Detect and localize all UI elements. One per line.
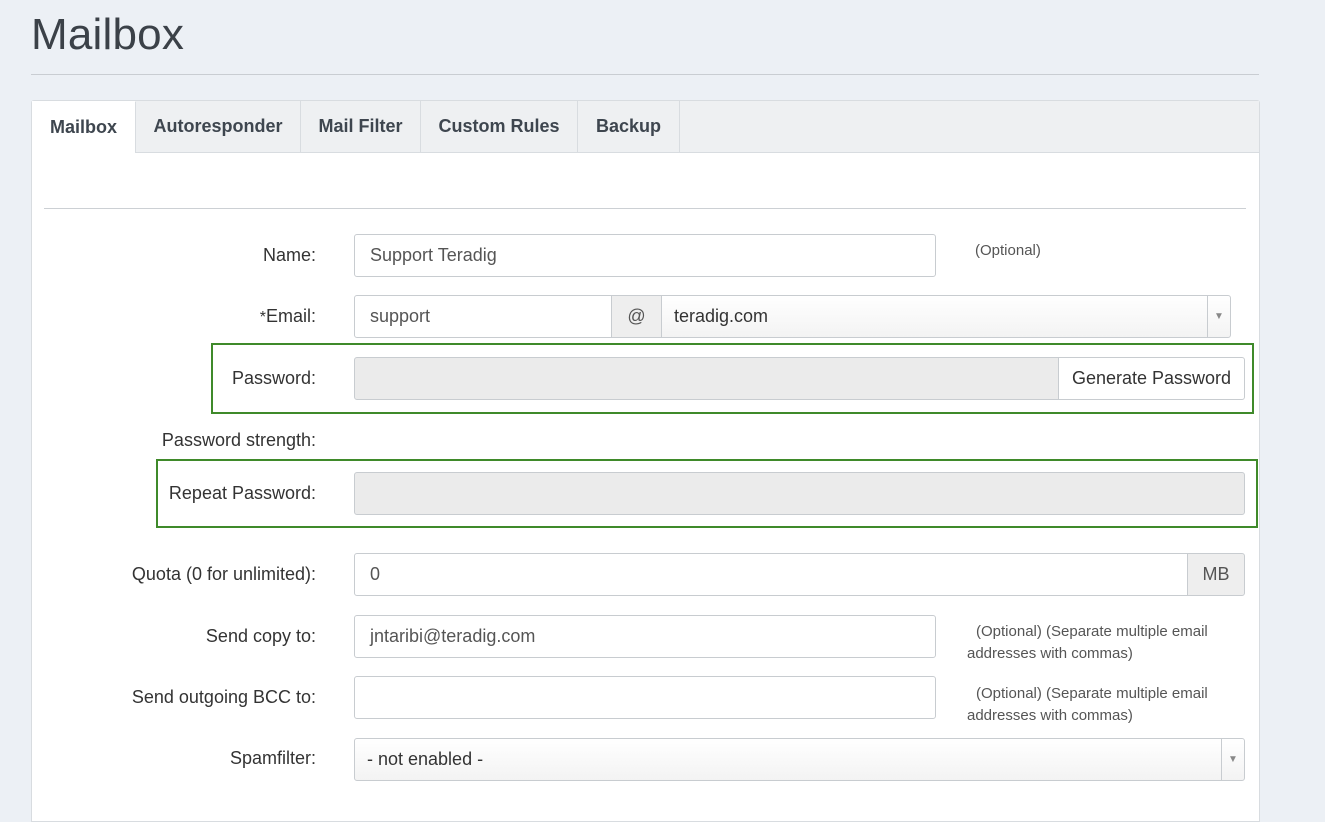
quota-label: Quota (0 for unlimited):: [131, 564, 316, 584]
tab-custom-rules[interactable]: Custom Rules: [421, 101, 578, 152]
send-copy-label: Send copy to:: [205, 626, 316, 646]
email-domain-select[interactable]: teradig.com ▼: [661, 295, 1231, 338]
name-hint: (Optional): [975, 242, 1041, 259]
tab-mail-filter[interactable]: Mail Filter: [301, 101, 421, 152]
password-input[interactable]: [354, 357, 1060, 400]
spamfilter-value: - not enabled -: [367, 749, 484, 769]
tab-bar: Mailbox Autoresponder Mail Filter Custom…: [32, 101, 1259, 153]
repeat-password-input[interactable]: [354, 472, 1245, 515]
send-copy-hint-line2: addresses with commas): [967, 645, 1133, 662]
repeat-password-label: Repeat Password:: [168, 483, 316, 503]
tab-autoresponder[interactable]: Autoresponder: [136, 101, 301, 152]
send-copy-hint: (Optional) (Separate multiple email addr…: [967, 621, 1208, 665]
at-sign-addon: @: [611, 295, 662, 338]
name-input[interactable]: Support Teradig: [354, 234, 936, 277]
password-label: Password:: [231, 368, 316, 388]
tab-mailbox[interactable]: Mailbox: [32, 101, 136, 153]
email-label-text: Email:: [265, 306, 316, 326]
send-copy-input[interactable]: jntaribi@teradig.com: [354, 615, 936, 658]
email-local-input[interactable]: support: [354, 295, 612, 338]
send-copy-hint-line1: (Optional) (Separate multiple email: [976, 623, 1208, 640]
bcc-hint-line1: (Optional) (Separate multiple email: [976, 685, 1208, 702]
quota-unit-addon: MB: [1187, 553, 1245, 596]
title-divider: [31, 74, 1259, 75]
email-label: *Email:: [260, 306, 316, 327]
name-label: Name:: [262, 245, 316, 265]
spamfilter-label: Spamfilter:: [229, 748, 316, 768]
form-divider: [44, 208, 1246, 209]
page-title: Mailbox: [31, 10, 185, 59]
bcc-hint-line2: addresses with commas): [967, 707, 1133, 724]
email-domain-value: teradig.com: [674, 306, 769, 326]
chevron-down-icon: ▼: [1221, 739, 1244, 780]
spamfilter-select[interactable]: - not enabled - ▼: [354, 738, 1245, 781]
bcc-input[interactable]: [354, 676, 936, 719]
tab-backup[interactable]: Backup: [578, 101, 680, 152]
bcc-label: Send outgoing BCC to:: [131, 687, 316, 707]
bcc-hint: (Optional) (Separate multiple email addr…: [967, 683, 1208, 727]
chevron-down-icon: ▼: [1207, 296, 1230, 337]
generate-password-button[interactable]: Generate Password: [1058, 357, 1245, 400]
password-strength-label: Password strength:: [161, 430, 316, 450]
quota-input[interactable]: 0: [354, 553, 1188, 596]
